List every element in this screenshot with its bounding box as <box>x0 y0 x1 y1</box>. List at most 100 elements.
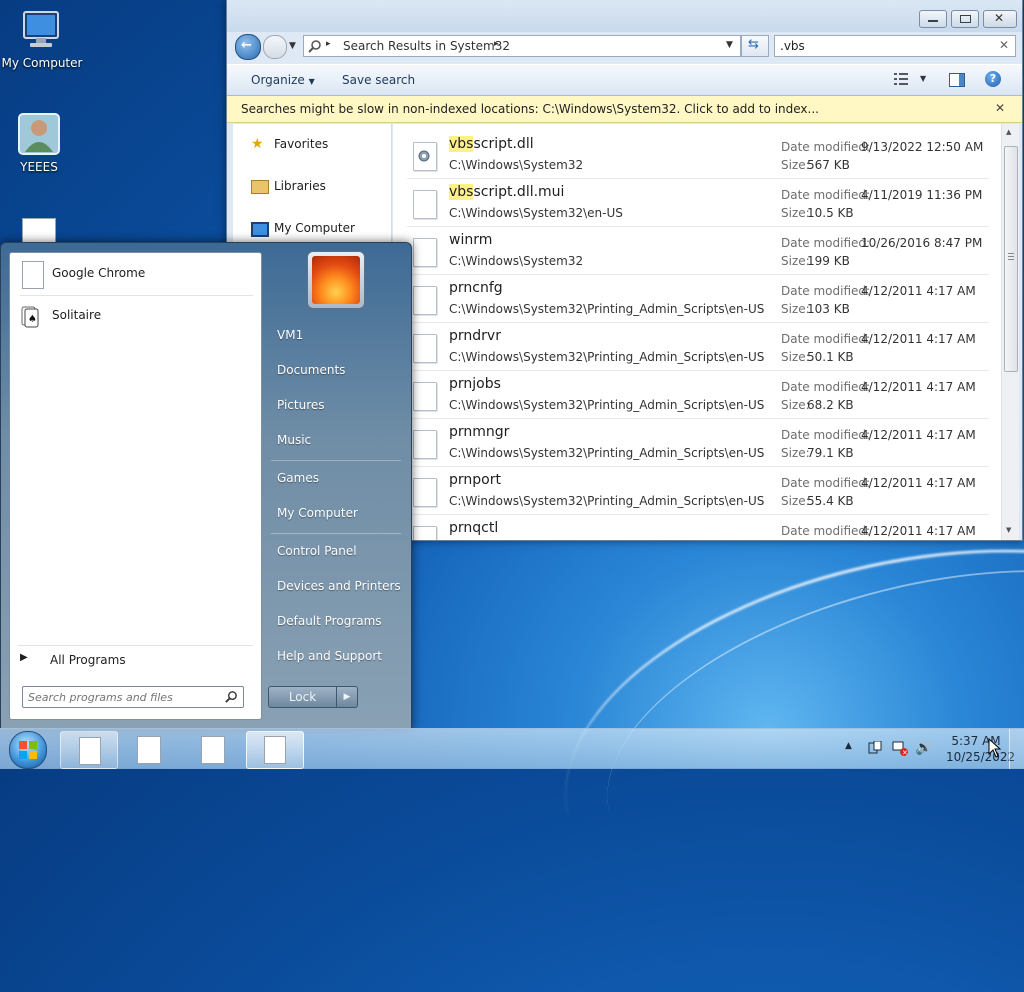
start-link-documents[interactable]: Documents <box>277 363 345 377</box>
start-menu-programs-pane: Google Chrome ♠ Solitaire ▶ All Programs <box>9 252 262 720</box>
close-button[interactable]: ✕ <box>983 10 1017 28</box>
show-hidden-icons-icon[interactable]: ▲ <box>845 741 852 751</box>
close-info-bar-icon[interactable]: ✕ <box>995 101 1005 115</box>
start-button[interactable] <box>6 729 48 769</box>
date-modified-label: Date modified: <box>781 524 871 538</box>
start-link-devices-and-printers[interactable]: Devices and Printers <box>277 579 401 593</box>
shutdown-options-arrow-icon[interactable]: ▶ <box>336 686 358 708</box>
taskbar-document-icon[interactable] <box>201 736 225 764</box>
start-search-box[interactable] <box>22 686 244 708</box>
lock-button[interactable]: Lock <box>268 686 337 708</box>
desktop-icon-label: My Computer <box>1 56 83 70</box>
start-link-help-and-support[interactable]: Help and Support <box>277 649 382 663</box>
computer-icon <box>251 222 269 237</box>
minimize-button[interactable] <box>919 10 947 28</box>
start-link-pictures[interactable]: Pictures <box>277 398 325 412</box>
views-dropdown-icon[interactable]: ▼ <box>920 74 926 83</box>
file-icon <box>413 478 437 507</box>
address-dropdown-icon[interactable]: ▼ <box>726 40 733 50</box>
date-modified-value: 9/13/2022 12:50 AM <box>861 140 984 154</box>
search-result-row[interactable]: prnmngr C:\Windows\System32\Printing_Admi… <box>407 418 989 467</box>
forward-button[interactable] <box>263 35 287 59</box>
recent-pages-chevron-icon[interactable]: ▼ <box>289 41 296 51</box>
start-search-input[interactable] <box>26 688 220 706</box>
scrollbar-thumb[interactable] <box>1004 146 1018 372</box>
search-icon <box>308 40 321 53</box>
size-label: Size: <box>781 350 810 364</box>
user-picture[interactable] <box>307 251 365 309</box>
maximize-button[interactable] <box>951 10 979 28</box>
help-icon[interactable]: ? <box>985 71 1001 87</box>
nav-item-libraries[interactable]: Libraries <box>274 179 326 193</box>
desktop-icon-yeees[interactable]: YEEES <box>0 112 81 174</box>
search-icon <box>225 691 237 703</box>
start-link-music[interactable]: Music <box>277 433 311 447</box>
date-modified-value: 10/26/2016 8:47 PM <box>861 236 983 250</box>
search-result-row[interactable]: vbsscript.dll.mui C:\Windows\System32\en-… <box>407 178 989 227</box>
file-name: prnmngr <box>449 424 509 440</box>
file-name: prncnfg <box>449 280 503 296</box>
start-link-control-panel[interactable]: Control Panel <box>277 544 357 558</box>
program-google-chrome[interactable]: Google Chrome <box>10 253 261 295</box>
vertical-scrollbar[interactable]: ▲ ▼ <box>1001 124 1019 540</box>
start-link-games[interactable]: Games <box>277 471 319 485</box>
taskbar-document-icon[interactable] <box>137 736 161 764</box>
size-label: Size: <box>781 206 810 220</box>
clear-search-icon[interactable]: ✕ <box>999 38 1009 52</box>
index-info-bar[interactable]: Searches might be slow in non-indexed lo… <box>227 96 1022 123</box>
nav-item-favorites[interactable]: Favorites <box>274 137 328 151</box>
file-icon <box>413 526 437 540</box>
views-icon[interactable] <box>894 73 908 85</box>
all-programs-button[interactable]: ▶ All Programs <box>10 649 261 671</box>
file-name-rest: prnjobs <box>449 376 501 392</box>
file-name: winrm <box>449 232 492 248</box>
search-box[interactable]: .vbs ✕ <box>774 35 1016 57</box>
search-result-row[interactable]: prncnfg C:\Windows\System32\Printing_Admi… <box>407 274 989 323</box>
size-value: 50.1 KB <box>807 350 854 364</box>
star-icon: ★ <box>251 136 264 152</box>
volume-icon[interactable]: 🔊 <box>915 740 932 756</box>
start-link-vm1[interactable]: VM1 <box>277 328 303 342</box>
scroll-up-icon[interactable]: ▲ <box>1006 128 1011 136</box>
date-modified-label: Date modified: <box>781 476 871 490</box>
address-bar[interactable]: ▸ Search Results in System32 ▸ ▼ <box>303 35 741 57</box>
divider <box>20 295 253 296</box>
file-name: prnport <box>449 472 501 488</box>
breadcrumb-arrow-icon[interactable]: ▸ <box>494 39 499 49</box>
start-link-my-computer[interactable]: My Computer <box>277 506 358 520</box>
file-name-rest: winrm <box>449 232 493 248</box>
search-result-row[interactable]: winrm C:\Windows\System32 Date modified: 10… <box>407 226 989 275</box>
search-result-row[interactable]: prndrvr C:\Windows\System32\Printing_Admi… <box>407 322 989 371</box>
search-result-row[interactable]: prnjobs C:\Windows\System32\Printing_Admi… <box>407 370 989 419</box>
action-center-icon[interactable] <box>868 740 882 755</box>
divider <box>18 645 253 646</box>
breadcrumb-arrow-icon[interactable]: ▸ <box>326 39 331 49</box>
taskbar-item[interactable] <box>60 731 118 769</box>
file-name-rest: prncnfg <box>449 280 503 296</box>
nav-item-my-computer[interactable]: My Computer <box>274 221 355 235</box>
date-modified-value: 4/12/2011 4:17 AM <box>861 476 976 490</box>
document-icon <box>264 736 286 764</box>
search-result-row[interactable]: prnport C:\Windows\System32\Printing_Admi… <box>407 466 989 515</box>
search-result-row[interactable]: vbsscript.dll C:\Windows\System32 Date mod… <box>407 130 989 179</box>
start-link-default-programs[interactable]: Default Programs <box>277 614 382 628</box>
program-label: Solitaire <box>52 308 102 322</box>
taskbar-item-active[interactable] <box>246 731 304 769</box>
search-results-list: vbsscript.dll C:\Windows\System32 Date mod… <box>393 124 1001 540</box>
organize-button[interactable]: Organize ▼ <box>251 73 315 87</box>
scroll-down-icon[interactable]: ▼ <box>1006 526 1011 534</box>
search-result-row[interactable]: prnqctl Date modified: 4/12/2011 4:17 AM <box>407 514 989 540</box>
breadcrumb-item[interactable]: Search Results in System32 <box>343 39 510 53</box>
size-label: Size: <box>781 494 810 508</box>
taskbar: ▲ ✕ 🔊 5:37 AM 10/25/2022 <box>0 728 1024 769</box>
desktop-icon-my-computer[interactable]: My Computer <box>0 8 84 70</box>
refresh-button[interactable]: ⇆ <box>741 35 769 57</box>
program-solitaire[interactable]: ♠ Solitaire <box>10 297 261 337</box>
search-input[interactable]: .vbs <box>780 39 805 53</box>
file-path: C:\Windows\System32\Printing_Admin_Scrip… <box>449 350 765 364</box>
preview-pane-icon[interactable] <box>949 73 965 87</box>
network-disconnected-icon[interactable]: ✕ <box>892 740 908 757</box>
save-search-button[interactable]: Save search <box>342 73 415 87</box>
show-desktop-button[interactable] <box>1009 729 1024 769</box>
back-button[interactable]: ← <box>235 34 261 60</box>
